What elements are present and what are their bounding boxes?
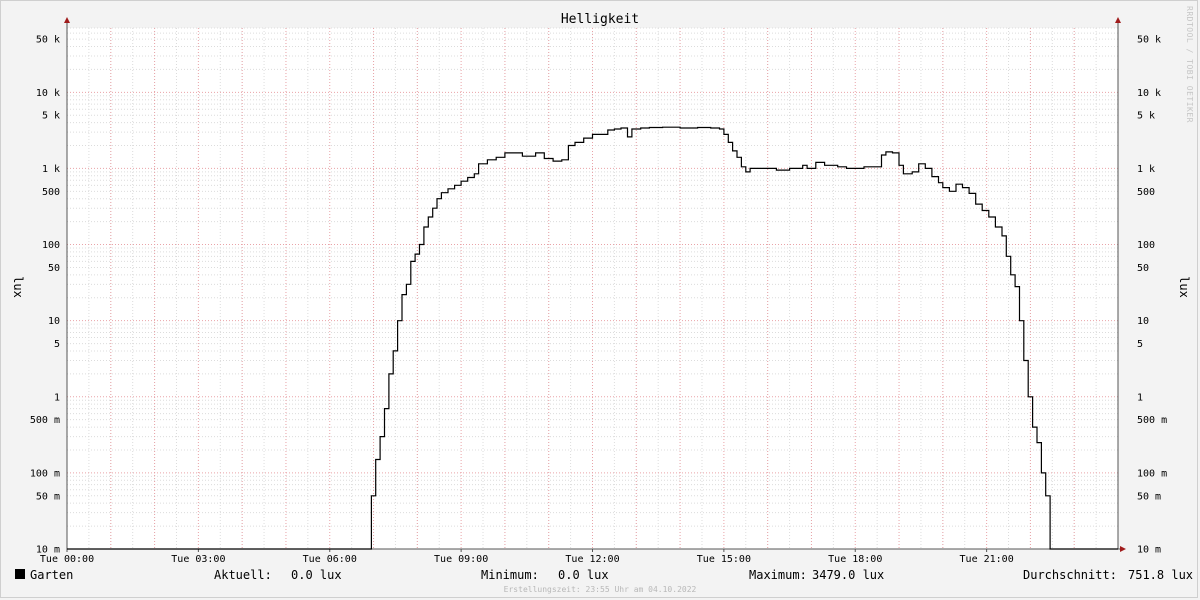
y-tick-label-left: 100	[42, 240, 60, 251]
y-tick-label-right: 5	[1137, 339, 1143, 350]
x-tick-label: Tue 12:00	[565, 554, 619, 565]
y-tick-label-left: 500	[42, 187, 60, 198]
legend-min-value: 0.0 lux	[558, 568, 609, 582]
y-tick-label-right: 50 k	[1137, 35, 1161, 46]
y-tick-label-left: 50 m	[36, 491, 60, 502]
y-tick-label-right: 500 m	[1137, 415, 1167, 426]
x-axis-arrow	[1120, 546, 1126, 552]
y-axis-arrow-right	[1115, 17, 1121, 23]
y-tick-label-left: 50	[48, 263, 60, 274]
y-tick-label-left: 1 k	[42, 164, 60, 175]
y-tick-label-right: 50	[1137, 263, 1149, 274]
x-tick-label: Tue 03:00	[171, 554, 225, 565]
y-tick-label-left: 5 k	[42, 111, 60, 122]
y-tick-label-right: 1 k	[1137, 164, 1155, 175]
y-tick-label-right: 10 m	[1137, 545, 1161, 556]
legend-swatch-garten	[15, 569, 25, 579]
chart-title: Helligkeit	[561, 12, 639, 27]
y-tick-label-left: 10 k	[36, 88, 60, 99]
chart: Helligkeit Tue 00:00 Tue 03:00 Tue 06:00 Tu…	[11, 6, 1194, 594]
y-tick-label-left: 10	[48, 316, 60, 327]
y-tick-label-left: 10 m	[36, 545, 60, 556]
y-tick-label-left: 50 k	[36, 35, 60, 46]
y-tick-label-right: 100	[1137, 240, 1155, 251]
legend-current-label: Aktuell:	[214, 568, 272, 582]
y-tick-label-left: 100 m	[30, 468, 60, 479]
legend-current-value: 0.0 lux	[291, 568, 342, 582]
plot-area: Tue 00:00 Tue 03:00 Tue 06:00 Tue 09:00 Tue …	[30, 17, 1167, 565]
y-axis-arrow-left	[64, 17, 70, 23]
x-tick-label: Tue 15:00	[697, 554, 751, 565]
y-tick-label-left: 5	[54, 339, 60, 350]
legend-series-name: Garten	[30, 568, 73, 582]
y-axis-label-left: lux	[11, 276, 25, 298]
legend-avg-label: Durchschnitt:	[1023, 568, 1117, 582]
legend-min-label: Minimum:	[481, 568, 539, 582]
watermark: RRDTOOL / TOBI OETIKER	[1185, 6, 1194, 123]
x-tick-label: Tue 09:00	[434, 554, 488, 565]
legend-max-value: 3479.0 lux	[812, 568, 884, 582]
x-tick-label: Tue 21:00	[960, 554, 1014, 565]
y-axis-label-right: lux	[1177, 276, 1191, 298]
legend-avg-value: 751.8 lux	[1128, 568, 1193, 582]
y-tick-label-right: 50 m	[1137, 491, 1161, 502]
y-tick-label-right: 5 k	[1137, 111, 1155, 122]
x-tick-label: Tue 18:00	[828, 554, 882, 565]
creation-timestamp: Erstellungszeit: 23:55 Uhr am 04.10.2022	[504, 585, 697, 594]
y-tick-label-left: 1	[54, 392, 60, 403]
x-tick-label: Tue 06:00	[303, 554, 357, 565]
y-tick-label-right: 10 k	[1137, 88, 1161, 99]
y-tick-label-right: 10	[1137, 316, 1149, 327]
y-tick-label-right: 1	[1137, 392, 1143, 403]
y-tick-label-right: 500	[1137, 187, 1155, 198]
y-tick-label-right: 100 m	[1137, 468, 1167, 479]
y-tick-label-left: 500 m	[30, 415, 60, 426]
x-tick-label: Tue 00:00	[40, 554, 94, 565]
legend-max-label: Maximum:	[749, 568, 807, 582]
